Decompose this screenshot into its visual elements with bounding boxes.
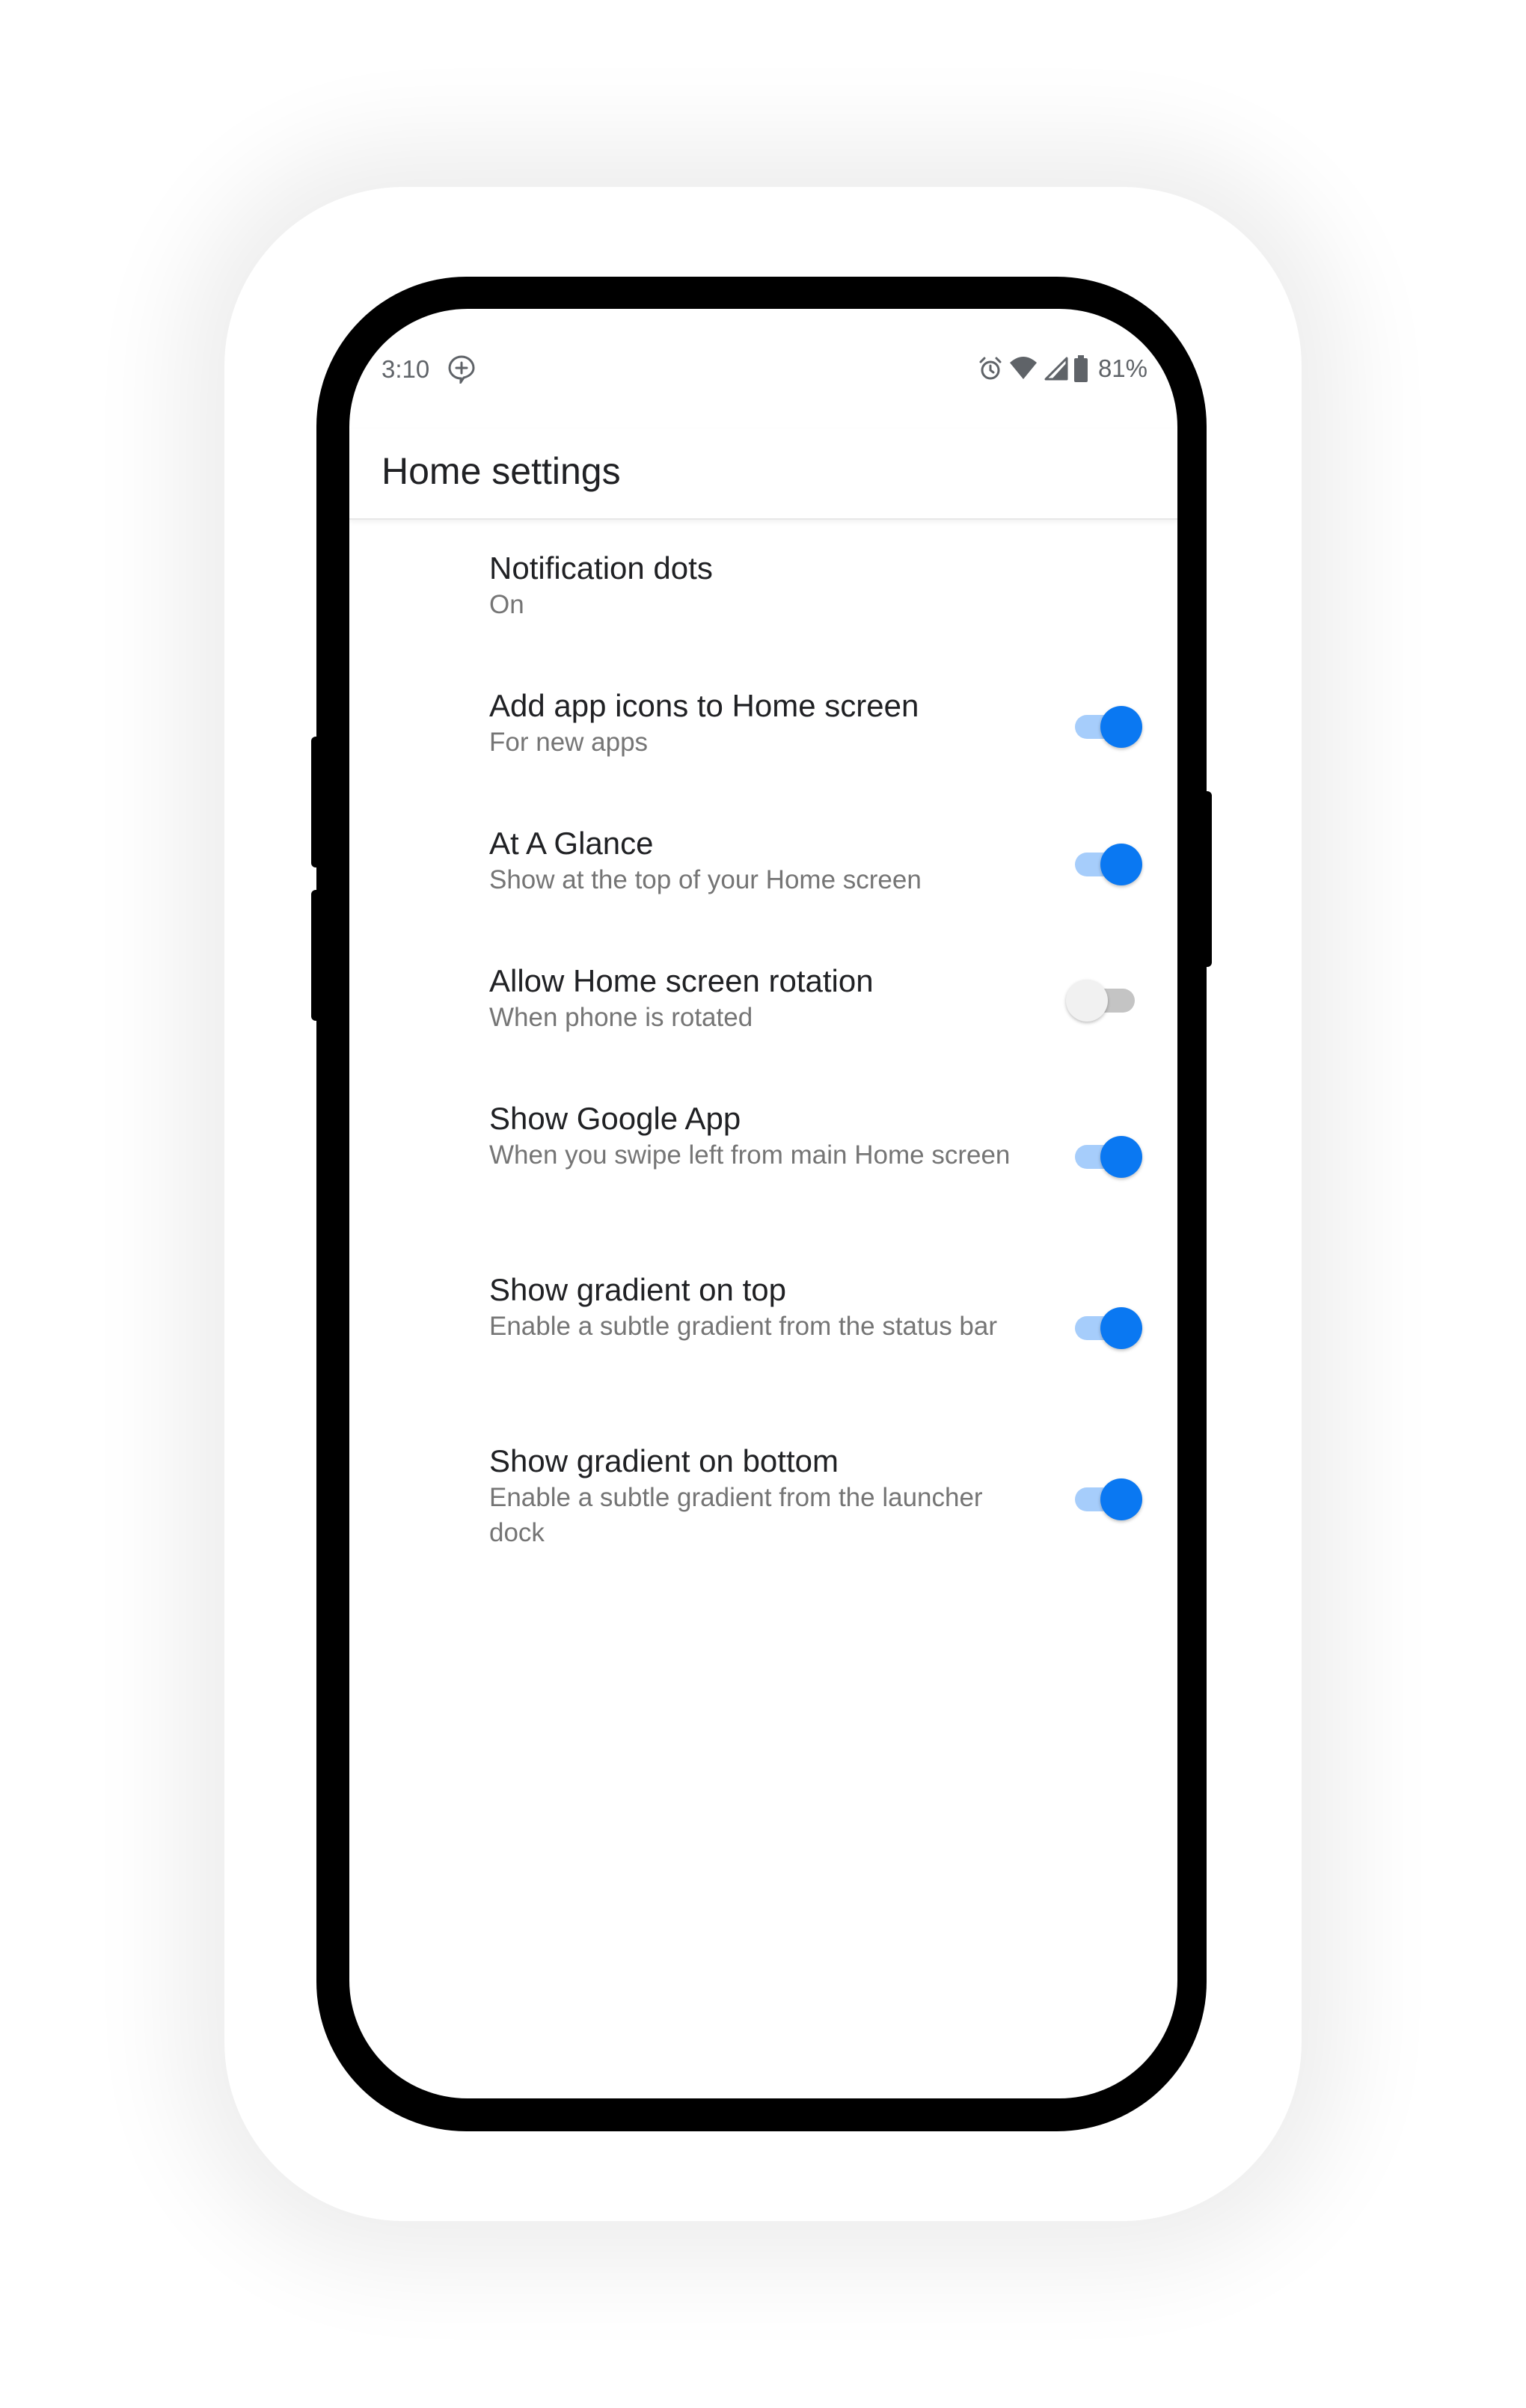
setting-at-a-glance[interactable]: At A Glance Show at the top of your Home… bbox=[349, 810, 1177, 937]
at-a-glance-toggle[interactable] bbox=[1072, 839, 1142, 885]
battery-icon bbox=[1073, 354, 1089, 383]
setting-title: Add app icons to Home screen bbox=[489, 688, 919, 723]
phone-screen: 3:10 81% Home settings Notification dots… bbox=[349, 309, 1177, 2098]
setting-subtitle: Enable a subtle gradient from the launch… bbox=[489, 1483, 983, 1547]
status-time: 3:10 bbox=[382, 355, 430, 383]
setting-title: Allow Home screen rotation bbox=[489, 963, 874, 998]
setting-text: Show gradient on top Enable a subtle gra… bbox=[489, 1271, 1013, 1344]
setting-text: Notification dots On bbox=[489, 550, 1013, 622]
setting-subtitle: Enable a subtle gradient from the status… bbox=[489, 1312, 998, 1341]
page: 3:10 81% Home settings Notification dots… bbox=[0, 0, 1526, 2408]
setting-title: Show Google App bbox=[489, 1101, 741, 1136]
show-google-app-toggle[interactable] bbox=[1072, 1131, 1142, 1178]
setting-gradient-top[interactable]: Show gradient on top Enable a subtle gra… bbox=[349, 1256, 1177, 1413]
setting-notification-dots[interactable]: Notification dots On bbox=[349, 535, 1177, 662]
toggle-thumb bbox=[1066, 980, 1108, 1022]
setting-gradient-bottom[interactable]: Show gradient on bottom Enable a subtle … bbox=[349, 1428, 1177, 1585]
cell-signal-icon bbox=[1043, 355, 1068, 382]
setting-add-app-icons[interactable]: Add app icons to Home screen For new app… bbox=[349, 672, 1177, 799]
toggle-thumb bbox=[1100, 1307, 1142, 1349]
setting-subtitle: On bbox=[489, 590, 524, 619]
setting-title: Show gradient on top bbox=[489, 1272, 786, 1307]
setting-text: Add app icons to Home screen For new app… bbox=[489, 687, 1013, 760]
assistant-plus-icon bbox=[447, 354, 477, 386]
app-bar: Home settings bbox=[349, 429, 1177, 520]
gradient-top-toggle[interactable] bbox=[1072, 1303, 1142, 1349]
setting-title: Notification dots bbox=[489, 550, 713, 586]
status-icons: 81% bbox=[977, 354, 1147, 384]
setting-subtitle: When you swipe left from main Home scree… bbox=[489, 1140, 1011, 1170]
setting-subtitle: For new apps bbox=[489, 728, 649, 757]
page-title: Home settings bbox=[382, 450, 621, 492]
toggle-thumb bbox=[1100, 1478, 1142, 1520]
gradient-bottom-toggle[interactable] bbox=[1072, 1474, 1142, 1520]
home-screen-rotation-toggle[interactable] bbox=[1066, 975, 1142, 1022]
setting-text: Allow Home screen rotation When phone is… bbox=[489, 962, 1013, 1035]
setting-subtitle: Show at the top of your Home screen bbox=[489, 865, 922, 894]
battery-percent: 81% bbox=[1097, 354, 1147, 382]
setting-show-google-app[interactable]: Show Google App When you swipe left from… bbox=[349, 1085, 1177, 1242]
toggle-thumb bbox=[1100, 1136, 1142, 1178]
setting-title: Show gradient on bottom bbox=[489, 1443, 839, 1478]
setting-text: At A Glance Show at the top of your Home… bbox=[489, 825, 1013, 897]
status-bar: 3:10 81% bbox=[349, 309, 1177, 429]
add-app-icons-toggle[interactable] bbox=[1072, 701, 1142, 748]
setting-title: At A Glance bbox=[489, 826, 654, 861]
alarm-icon bbox=[977, 355, 1004, 382]
toggle-thumb bbox=[1100, 844, 1142, 885]
toggle-thumb bbox=[1100, 706, 1142, 748]
setting-home-screen-rotation[interactable]: Allow Home screen rotation When phone is… bbox=[349, 947, 1177, 1075]
setting-subtitle: When phone is rotated bbox=[489, 1003, 753, 1032]
setting-text: Show gradient on bottom Enable a subtle … bbox=[489, 1443, 1013, 1550]
setting-text: Show Google App When you swipe left from… bbox=[489, 1100, 1013, 1173]
wifi-icon bbox=[1008, 355, 1038, 382]
